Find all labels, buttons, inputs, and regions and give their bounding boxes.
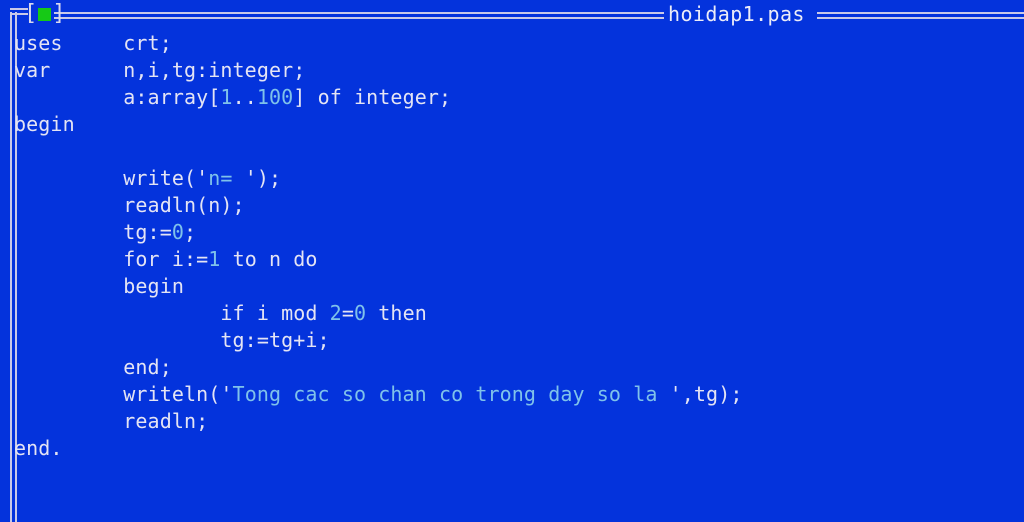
code-text: .. [232, 85, 257, 109]
code-text: ] of integer; [293, 85, 452, 109]
title-bar[interactable]: [ ] hoidap1.pas [0, 0, 1024, 28]
code-text: begin [14, 112, 75, 136]
code-line[interactable] [14, 138, 1014, 165]
code-literal: 2 [329, 301, 342, 325]
close-button-left-bracket: [ [24, 1, 38, 26]
code-line[interactable]: if i mod 2=0 then [14, 300, 1014, 327]
code-text: tg:=tg+i; [14, 328, 330, 352]
turbo-pascal-editor-window: [ ] hoidap1.pas uses crt; var n,i,tg:inte… [0, 0, 1024, 522]
code-text: end. [14, 436, 63, 460]
code-line[interactable]: end. [14, 435, 1014, 462]
code-text: begin [14, 274, 184, 298]
code-literal: 100 [256, 85, 294, 109]
code-line[interactable]: readln(n); [14, 192, 1014, 219]
code-text: write(' [14, 166, 209, 190]
window-title: hoidap1.pas [668, 2, 805, 26]
code-literal: Tong cac so chan co trong day so la [232, 382, 670, 406]
code-line[interactable]: begin [14, 111, 1014, 138]
code-text: for i:= [14, 247, 209, 271]
code-text: readln; [14, 409, 209, 433]
code-text: = [341, 301, 354, 325]
code-text: ',tg); [669, 382, 743, 406]
code-text: tg:= [14, 220, 172, 244]
code-literal: 1 [220, 85, 233, 109]
code-literal: n= [208, 166, 245, 190]
close-button-right-bracket: ] [52, 1, 66, 26]
code-literal: 1 [208, 247, 221, 271]
code-text: readln(n); [14, 193, 245, 217]
window-frame: [ ] hoidap1.pas uses crt; var n,i,tg:inte… [0, 0, 1024, 522]
code-text: end; [14, 355, 172, 379]
code-text: writeln(' [14, 382, 233, 406]
code-editor-area[interactable]: uses crt; var n,i,tg:integer; a:array[1..… [14, 30, 1014, 510]
title-rule-right [817, 12, 1024, 19]
code-literal: 0 [353, 301, 367, 325]
code-line[interactable]: writeln('Tong cac so chan co trong day s… [14, 381, 1014, 408]
code-text: a:array[ [14, 85, 221, 109]
code-line[interactable]: write('n= '); [14, 165, 1014, 192]
code-text: ; [184, 220, 197, 244]
code-text: uses crt; [14, 31, 172, 55]
code-line[interactable]: end; [14, 354, 1014, 381]
code-line[interactable]: a:array[1..100] of integer; [14, 84, 1014, 111]
code-line[interactable]: var n,i,tg:integer; [14, 57, 1014, 84]
code-line[interactable]: tg:=0; [14, 219, 1014, 246]
code-line[interactable]: uses crt; [14, 30, 1014, 57]
code-text: '); [244, 166, 282, 190]
green-square-icon [38, 7, 52, 21]
code-line[interactable]: readln; [14, 408, 1014, 435]
code-text: var n,i,tg:integer; [14, 58, 306, 82]
code-literal: 0 [171, 220, 184, 244]
title-rule-left [54, 12, 664, 19]
code-line[interactable]: for i:=1 to n do [14, 246, 1014, 273]
code-text: if i mod [14, 301, 330, 325]
code-text: to n do [220, 247, 318, 271]
code-line[interactable]: tg:=tg+i; [14, 327, 1014, 354]
code-line[interactable]: begin [14, 273, 1014, 300]
code-text: then [366, 301, 427, 325]
close-button[interactable]: [ ] [24, 2, 66, 26]
